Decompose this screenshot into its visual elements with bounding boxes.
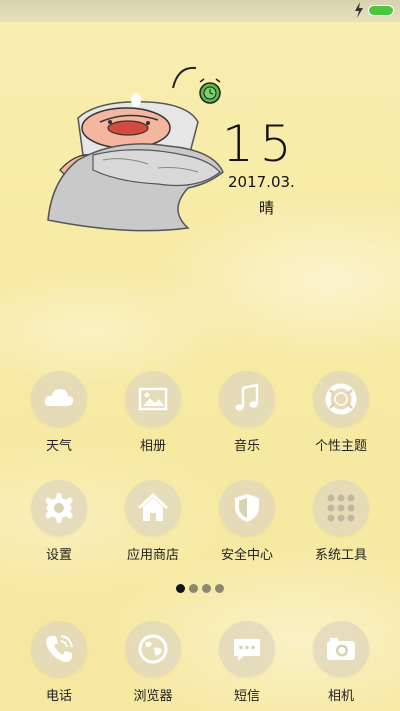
weather-text: 晴 xyxy=(259,199,275,217)
phone-icon xyxy=(31,621,87,677)
app-settings[interactable]: 设置 xyxy=(14,480,104,570)
app-label: 相机 xyxy=(327,689,354,704)
app-store[interactable]: 应用商店 xyxy=(108,480,198,570)
app-label: 系统工具 xyxy=(314,548,367,563)
app-themes[interactable]: 个性主题 xyxy=(296,371,386,461)
house-icon xyxy=(125,480,181,536)
app-weather[interactable]: 天气 xyxy=(14,371,104,461)
app-gallery[interactable]: 相册 xyxy=(108,371,198,461)
dock-app-phone[interactable]: 电话 xyxy=(14,621,104,711)
app-label: 电话 xyxy=(45,689,72,704)
dock-app-browser[interactable]: 浏览器 xyxy=(108,621,198,711)
page-dot[interactable] xyxy=(215,584,224,593)
shield-icon xyxy=(219,480,275,536)
app-label: 天气 xyxy=(45,439,72,454)
page-indicator[interactable] xyxy=(0,584,400,593)
picture-icon xyxy=(125,371,181,427)
lifebuoy-icon xyxy=(313,371,369,427)
app-label: 音乐 xyxy=(233,439,260,454)
lightning-icon xyxy=(355,2,363,18)
page-dot[interactable] xyxy=(189,584,198,593)
status-bar xyxy=(0,0,400,22)
app-music[interactable]: 音乐 xyxy=(202,371,292,461)
app-label: 设置 xyxy=(45,548,72,563)
app-label: 个性主题 xyxy=(314,439,367,454)
sleeping-character-illustration xyxy=(47,66,224,232)
folder-grid-icon xyxy=(313,480,369,536)
page-dot-active[interactable] xyxy=(176,584,185,593)
app-label: 浏览器 xyxy=(133,689,173,704)
globe-icon xyxy=(125,621,181,677)
message-icon xyxy=(219,621,275,677)
app-label: 应用商店 xyxy=(126,548,179,563)
cloud-icon xyxy=(31,371,87,427)
app-security-center[interactable]: 安全中心 xyxy=(202,480,292,570)
battery-icon xyxy=(368,5,394,16)
app-system-tools-folder[interactable]: 系统工具 xyxy=(296,480,386,570)
app-label: 相册 xyxy=(139,439,166,454)
clock-date: 2017.03. xyxy=(228,173,295,191)
music-note-icon xyxy=(219,371,275,427)
app-label: 短信 xyxy=(233,689,260,704)
page-dot[interactable] xyxy=(202,584,211,593)
dock-app-camera[interactable]: 相机 xyxy=(296,621,386,711)
gear-icon xyxy=(31,480,87,536)
camera-icon xyxy=(313,621,369,677)
app-label: 安全中心 xyxy=(220,548,273,563)
dock-app-messages[interactable]: 短信 xyxy=(202,621,292,711)
clock-day: 15 xyxy=(222,115,298,173)
